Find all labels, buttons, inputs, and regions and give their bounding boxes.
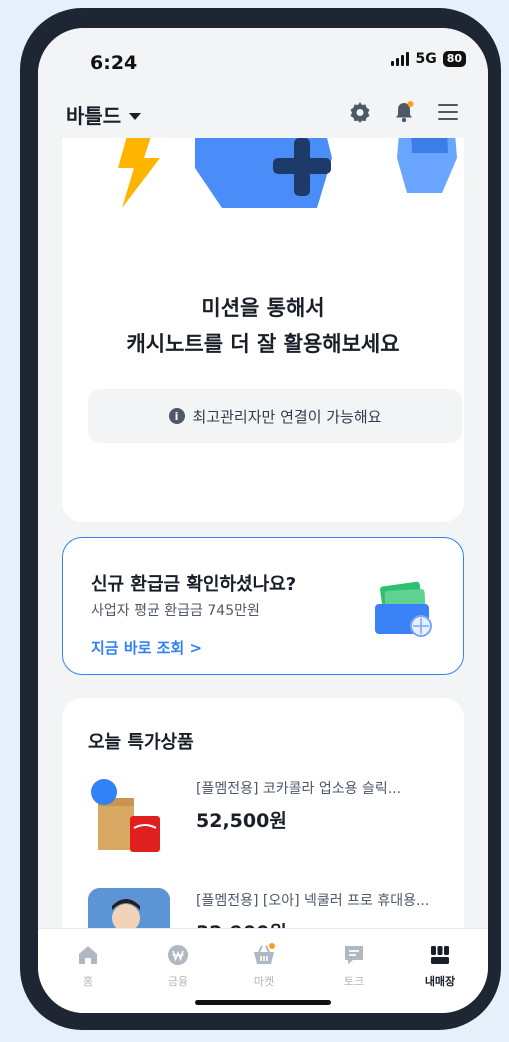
product-item[interactable]: [플멤전용] 코카콜라 업소용 슬릭... 52,500원: [88, 776, 462, 856]
nav-finance[interactable]: 금융: [148, 943, 208, 989]
status-bar: 6:24 5G 80: [38, 28, 488, 88]
product-name: [플멤전용] 코카콜라 업소용 슬릭...: [196, 781, 402, 797]
deals-title: 오늘 특가상품: [88, 732, 194, 753]
nav-my-store[interactable]: 내매장: [410, 943, 470, 989]
nav-home[interactable]: 홈: [58, 943, 118, 989]
nav-talk[interactable]: 토크: [324, 943, 384, 989]
signal-icon: [391, 52, 410, 66]
refund-title: 신규 환급금 확인하셨나요?: [91, 574, 297, 595]
product-item[interactable]: [플멤전용] [오아] 넥쿨러 프로 휴대용... 32,900원: [88, 888, 462, 928]
chat-icon: [342, 943, 366, 967]
product-image: [88, 776, 170, 858]
menu-icon[interactable]: [436, 100, 460, 124]
app-header: 바틀드: [38, 88, 488, 138]
nav-market[interactable]: 마켓: [234, 943, 294, 989]
product-image: [88, 888, 170, 928]
refund-lookup-link[interactable]: 지금 바로 조회 >: [91, 637, 202, 658]
store-name: 바틀드: [66, 104, 122, 128]
home-icon: [76, 943, 100, 967]
network-type: 5G: [415, 51, 437, 67]
today-deals-card: 오늘 특가상품 [플멤전용] 코카콜라 업소용 슬릭... 52,500원 [플…: [62, 698, 464, 928]
mission-illustration: [118, 138, 457, 208]
won-coin-icon: [166, 943, 190, 967]
refund-banner[interactable]: 신규 환급금 확인하셨나요? 사업자 평균 환급금 745만원 지금 바로 조회…: [62, 537, 464, 675]
refund-subtitle: 사업자 평균 환급금 745만원: [91, 603, 260, 619]
product-name: [플멤전용] [오아] 넥쿨러 프로 휴대용...: [196, 893, 430, 909]
info-icon: i: [168, 408, 185, 424]
info-text: 최고관리자만 연결이 가능해요: [192, 407, 382, 426]
mission-card: 미션을 통해서 캐시노트를 더 잘 활용해보세요 i 최고관리자만 연결이 가능…: [62, 138, 464, 522]
gear-icon[interactable]: [348, 100, 372, 124]
scroll-content[interactable]: 미션을 통해서 캐시노트를 더 잘 활용해보세요 i 최고관리자만 연결이 가능…: [38, 138, 488, 928]
product-price: 32,900원: [196, 918, 287, 928]
status-indicators: 5G 80: [391, 51, 466, 67]
money-wallet-icon: [375, 581, 432, 637]
store-selector[interactable]: 바틀드: [66, 100, 142, 129]
header-actions: [348, 100, 460, 124]
mission-title: 미션을 통해서 캐시노트를 더 잘 활용해보세요: [126, 296, 400, 356]
home-indicator: [195, 1000, 331, 1005]
status-time: 6:24: [90, 52, 138, 74]
product-price: 52,500원: [196, 810, 287, 832]
app-screen: 6:24 5G 80 바틀드 미션을 통해서 캐시노트를 더 잘 활용해보세요 …: [38, 28, 488, 1013]
battery-icon: 80: [442, 51, 466, 67]
store-icon: [428, 943, 452, 967]
chevron-down-icon: [129, 112, 142, 120]
bell-icon[interactable]: [392, 100, 416, 124]
admin-info-notice: i 최고관리자만 연결이 가능해요: [88, 389, 462, 443]
basket-icon: [252, 943, 276, 967]
